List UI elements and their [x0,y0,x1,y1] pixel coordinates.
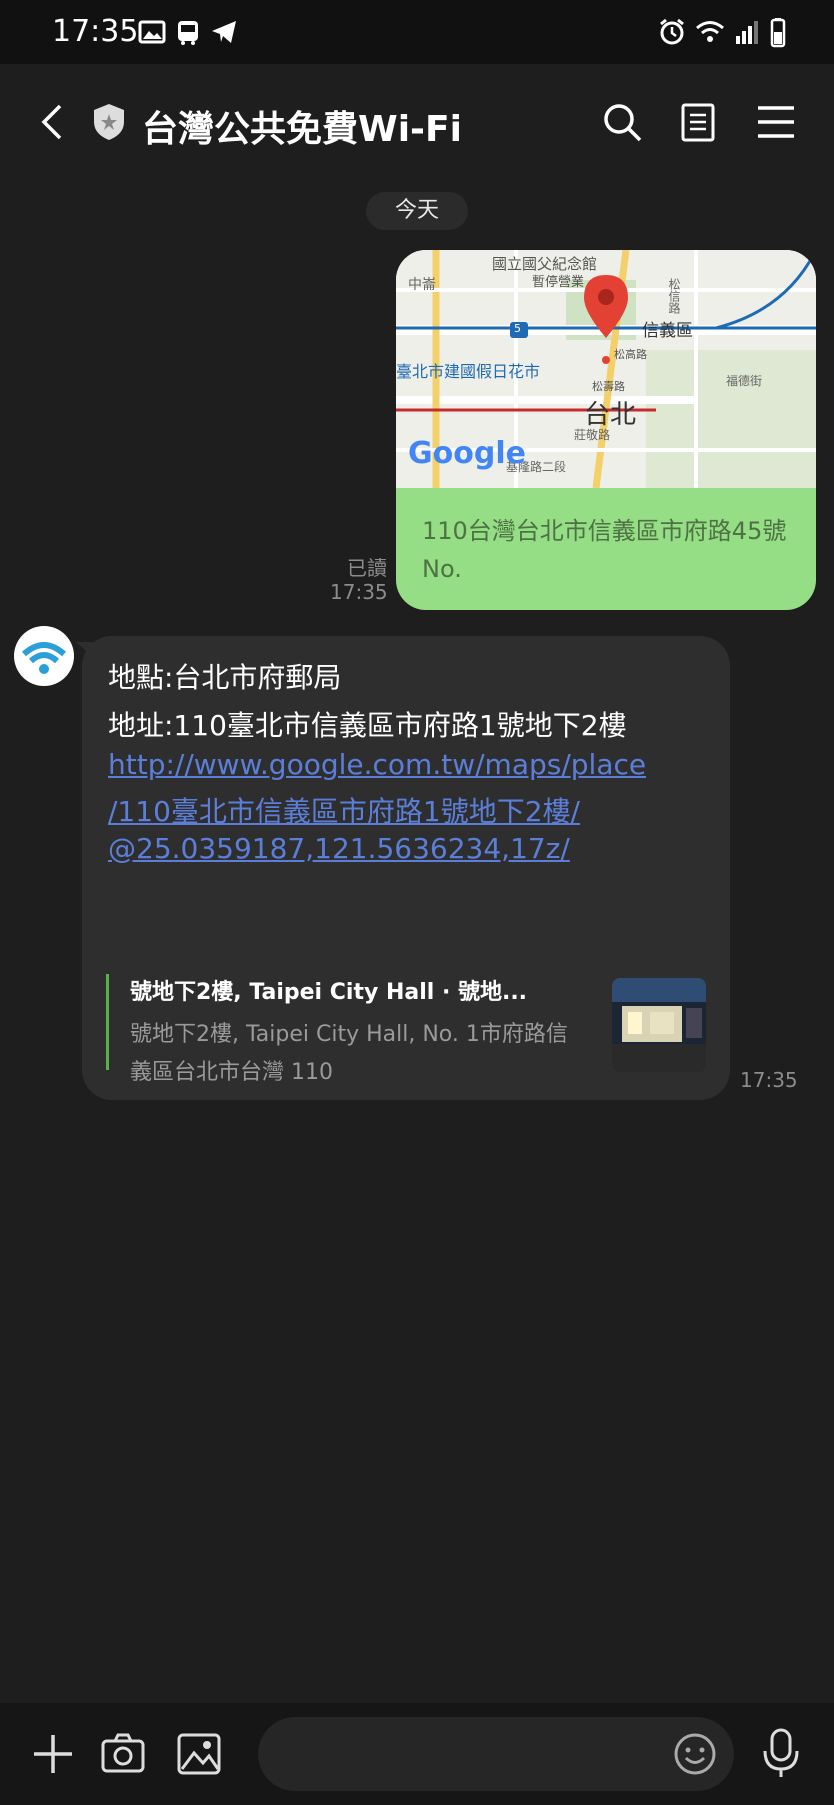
signal-icon [736,21,758,44]
map-preview[interactable]: 國立國父紀念館 暫停營業 中崙 信義區 松高路 松壽路 臺北市建國假日花市 台北… [396,250,816,488]
storefront-image [612,978,706,1072]
read-receipt: 已讀 [347,556,387,580]
outgoing-time: 17:35 [330,580,388,604]
map-label-road1: 松信路 [667,278,681,314]
telegram-icon [212,21,236,43]
sender-avatar[interactable] [14,626,74,686]
outgoing-location-message[interactable]: 國立國父紀念館 暫停營業 中崙 信義區 松高路 松壽路 臺北市建國假日花市 台北… [396,250,816,610]
chat-header: 台灣公共免費Wi-Fi [0,64,834,180]
map-label-left: 中崙 [408,277,436,293]
message-location: 地點:台北市府郵局 [108,661,342,694]
status-bar: 17:35 [0,0,834,64]
incoming-time: 17:35 [740,1068,798,1092]
map-label-district: 信義區 [642,321,693,341]
image-icon [138,20,166,44]
search-icon[interactable] [600,100,644,144]
message-link-line[interactable]: /110臺北市信義區市府路1號地下2樓/ [108,790,580,830]
emoji-icon[interactable] [672,1731,718,1777]
gallery-icon[interactable] [176,1731,222,1777]
plus-icon[interactable] [30,1731,76,1777]
incoming-message[interactable]: 地點:台北市府郵局 地址:110臺北市信義區市府路1號地下2樓 http://w… [82,636,730,1100]
mic-icon[interactable] [758,1727,804,1779]
composer-bar [0,1703,834,1805]
map-label-street: 松高路 [614,348,647,361]
message-address: 地址:110臺北市信義區市府路1號地下2樓 [108,709,627,742]
message-link-line[interactable]: @25.0359187,121.5636234,17z/ [108,832,570,865]
preview-description: 號地下2樓, Taipei City Hall, No. 1市府路信義區台北市台… [130,1022,568,1085]
message-input[interactable] [258,1717,734,1791]
camera-icon[interactable] [100,1731,146,1777]
notes-icon[interactable] [676,100,720,144]
date-separator: 今天 [366,192,468,230]
map-label-market: 臺北市建國假日花市 [396,362,541,381]
wifi-logo-icon [21,642,67,674]
location-address: 110台灣台北市信義區市府路45號No. [422,517,787,583]
menu-icon[interactable] [754,100,798,144]
alarm-icon [660,18,684,45]
wifi-icon [696,21,724,42]
map-label-road4: 莊敬路 [574,428,611,442]
map-label-street2: 松壽路 [592,380,625,393]
status-time: 17:35 [52,14,139,49]
map-label-route: 5 [514,322,521,335]
preview-accent-bar [106,974,109,1070]
battery-icon [770,18,786,48]
map-label-top2: 暫停營業 [532,275,585,290]
shield-icon [94,104,124,140]
preview-thumbnail [612,978,706,1072]
google-logo: Google [408,436,526,471]
map-label-road2: 福德街 [726,374,763,388]
back-icon[interactable] [32,100,76,144]
bus-icon [178,21,198,45]
message-link-line[interactable]: http://www.google.com.tw/maps/place [108,748,646,781]
preview-title: 號地下2樓, Taipei City Hall · 號地... [130,980,528,1005]
chat-title: 台灣公共免費Wi-Fi [142,109,462,150]
